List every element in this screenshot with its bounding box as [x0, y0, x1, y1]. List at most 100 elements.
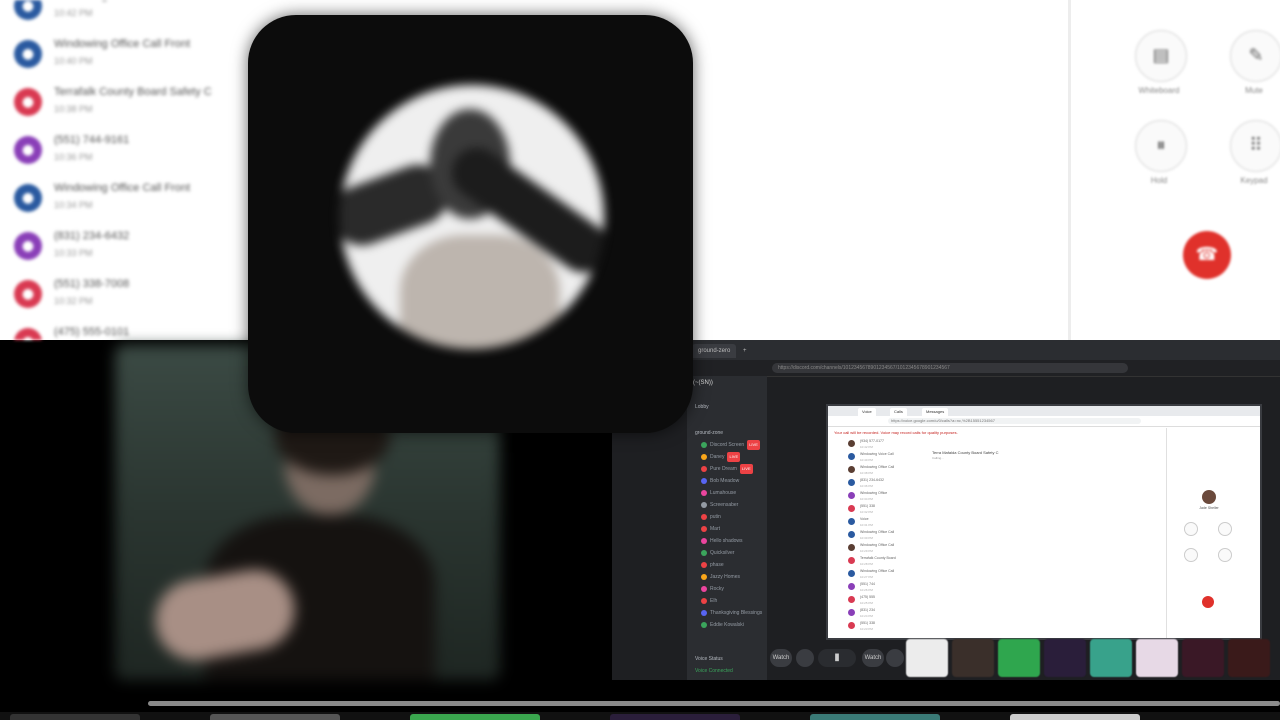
voice-member[interactable]: Daney LIVE — [701, 452, 761, 462]
voice-member[interactable]: Rocky — [701, 584, 761, 594]
nested-mute-button[interactable] — [1218, 522, 1232, 536]
nested-url-field[interactable]: https://voice.google.com/u/0/calls?a=nc,… — [888, 418, 1141, 424]
nested-caller-name: Voice — [860, 517, 869, 521]
section-ground-zone[interactable]: ground-zone — [695, 430, 723, 436]
member-name: Daney — [710, 454, 725, 460]
voice-member[interactable]: Discord Screen LIVE — [701, 440, 761, 450]
nested-call-item[interactable]: (475) 555 10:25 PM — [848, 594, 918, 606]
voice-member[interactable]: Thanksgiving Blessings — [701, 608, 763, 618]
nested-keypad-button[interactable] — [1218, 548, 1232, 562]
nested-call-item[interactable]: Windowing Office Call 10:38 PM — [848, 464, 918, 476]
voice-member[interactable]: Hello shadows — [701, 536, 761, 546]
user-icon: ● — [14, 280, 42, 308]
user-icon — [848, 466, 855, 473]
nested-call-time: 10:38 PM — [860, 471, 873, 475]
nested-call-item[interactable]: (551) 744 10:26 PM — [848, 581, 918, 593]
nested-call-item[interactable]: Windowing Office Call 10:27 PM — [848, 568, 918, 580]
user-icon — [848, 570, 855, 577]
section-voice-status[interactable]: Voice Status — [695, 656, 723, 662]
section-lobby[interactable]: Lobby — [695, 404, 709, 410]
voice-member[interactable]: Quicksilver — [701, 548, 761, 558]
member-avatar — [701, 537, 707, 544]
voice-member[interactable]: Eddie Kowalski — [701, 620, 761, 630]
taskbar-item[interactable] — [810, 714, 940, 720]
user-icon — [848, 531, 855, 538]
taskbar-item[interactable] — [610, 714, 740, 720]
participant-tile[interactable] — [1044, 639, 1086, 677]
url-field[interactable]: https://discord.com/channels/10123456789… — [772, 363, 1128, 373]
participant-tile[interactable] — [1228, 639, 1270, 677]
voice-member[interactable]: Lumahouse — [701, 488, 761, 498]
user-icon — [848, 544, 855, 551]
nested-call-time: 10:40 PM — [860, 458, 873, 462]
whiteboard-button[interactable]: ▤ — [1135, 30, 1187, 82]
taskbar-item[interactable] — [410, 714, 540, 720]
call-list-item[interactable]: ● Windowing Voice Call 10:42 PM — [12, 0, 240, 30]
nested-call-item[interactable]: Windowing Office Call 10:29 PM — [848, 542, 918, 554]
member-name: Rocky — [710, 586, 724, 592]
user-icon — [848, 596, 855, 603]
call-list-item[interactable]: ●(475) 555-010110:31 PM — [12, 322, 240, 340]
nested-call-item[interactable]: Voice 10:31 PM — [848, 516, 918, 528]
nested-call-item[interactable]: (934) 577-0177 10:42 PM — [848, 438, 918, 450]
member-name: Bob Meadow — [710, 478, 740, 484]
voice-member[interactable]: Pure Dream LIVE — [701, 464, 761, 474]
call-list-item[interactable]: ● Windowing Office Call Front 10:40 PM — [12, 34, 240, 78]
nested-caller-name: Windowing Office Call — [860, 569, 895, 573]
member-avatar — [701, 609, 707, 616]
voice-member[interactable]: phase — [701, 560, 761, 570]
nested-call-time: 10:32 PM — [860, 510, 873, 514]
taskbar-item[interactable] — [10, 714, 140, 720]
nested-call-item[interactable]: (831) 234-6432 10:36 PM — [848, 477, 918, 489]
browser-tab[interactable]: ground-zero — [692, 344, 737, 358]
call-list-item[interactable]: ● (831) 234-6432 10:33 PM — [12, 226, 240, 270]
participant-tile[interactable] — [906, 639, 948, 677]
call-history-list[interactable]: ● Windowing Voice Call 10:42 PM ● Windowing … — [0, 0, 240, 340]
mute-button[interactable]: ✎ — [1230, 30, 1280, 82]
call-list-item[interactable]: ● Terrafalk County Board Safety C 10:38 PM — [12, 82, 240, 126]
nested-call-time: 10:30 PM — [860, 536, 873, 540]
nested-call-item[interactable]: Terrafalk County Board 10:28 PM — [848, 555, 918, 567]
call-list-item[interactable]: ● (551) 744-9161 10:36 PM — [12, 130, 240, 174]
nested-caller-name: Windowing Office Call — [860, 465, 895, 469]
participant-tile[interactable] — [952, 639, 994, 677]
nested-call-item[interactable]: Windowing Office Call 10:30 PM — [848, 529, 918, 541]
horizontal-scrollbar[interactable] — [148, 701, 1280, 706]
nested-divider — [1166, 428, 1167, 638]
nested-tab[interactable]: Voice — [858, 408, 876, 416]
participant-tile[interactable] — [1090, 639, 1132, 677]
nested-call-item[interactable]: Windowing Voice Call 10:40 PM — [848, 451, 918, 463]
voice-member[interactable]: putin — [701, 512, 761, 522]
voice-member[interactable]: Screensaber — [701, 500, 761, 510]
nested-tab[interactable]: Messages — [922, 408, 949, 416]
nested-whiteboard-button[interactable] — [1184, 522, 1198, 536]
voice-member[interactable]: Elh — [701, 596, 761, 606]
nested-tab[interactable]: Calls — [890, 408, 907, 416]
call-time: 10:38 PM — [54, 104, 93, 114]
member-avatar — [701, 621, 707, 628]
taskbar-item[interactable] — [1010, 714, 1140, 720]
hold-button[interactable]: ⏸ — [1135, 120, 1187, 172]
taskbar-item[interactable] — [210, 714, 340, 720]
voice-member[interactable]: Bob Meadow — [701, 476, 761, 486]
nested-call-item[interactable]: (831) 234 10:24 PM — [848, 607, 918, 619]
participant-tile[interactable] — [998, 639, 1040, 677]
new-tab-button[interactable]: + — [737, 344, 753, 358]
member-name: Thanksgiving Blessings — [710, 610, 763, 616]
keypad-button[interactable]: ⠿ — [1230, 120, 1280, 172]
voice-member[interactable]: Jazzy Homes — [701, 572, 761, 582]
voice-member[interactable]: Mart — [701, 524, 761, 534]
call-list-item[interactable]: ● Windowing Office Call Front 10:34 PM — [12, 178, 240, 222]
server-name[interactable]: (~(SN)) — [693, 380, 713, 386]
participant-tile[interactable] — [1182, 639, 1224, 677]
call-list-item[interactable]: ● (551) 338-7008 10:32 PM — [12, 274, 240, 318]
nested-hang-up-button[interactable] — [1202, 596, 1214, 608]
participant-tile[interactable] — [1136, 639, 1178, 677]
nested-call-item[interactable]: (551) 338 10:23 PM — [848, 620, 918, 632]
nested-call-item[interactable]: Windowing Office 10:34 PM — [848, 490, 918, 502]
hang-up-button[interactable]: ☎ — [1183, 231, 1231, 279]
member-avatar — [701, 465, 707, 472]
nested-call-item[interactable]: (551) 338 10:32 PM — [848, 503, 918, 515]
member-avatar — [701, 585, 707, 592]
nested-hold-button[interactable] — [1184, 548, 1198, 562]
